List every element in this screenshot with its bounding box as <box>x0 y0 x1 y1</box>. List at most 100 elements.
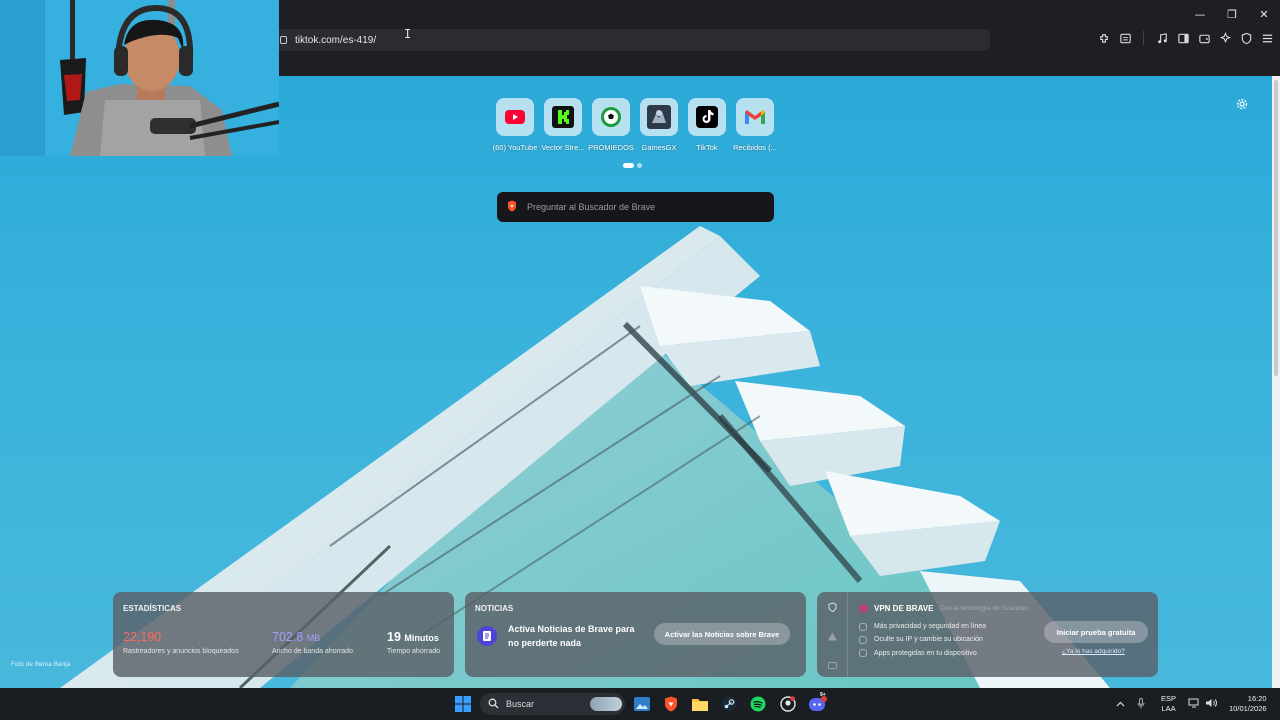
reader-mode-icon[interactable] <box>1118 31 1132 45</box>
bandwidth-label: Ancho de banda ahorrado <box>272 648 353 655</box>
time-unit: Minutos <box>404 633 439 643</box>
kick-icon <box>544 98 582 136</box>
top-site-label: (60) YouTube <box>492 143 538 152</box>
clock-time: 16:20 <box>1247 694 1267 703</box>
stats-widget: ESTADÍSTICAS 22,190 Rastreadores y anunc… <box>113 592 454 677</box>
vpn-logo-icon <box>859 604 868 613</box>
window-controls: — ❐ ✕ <box>1184 0 1280 28</box>
top-sites-pagination[interactable] <box>623 163 642 168</box>
media-icon[interactable] <box>827 658 838 669</box>
wallet-icon[interactable] <box>1197 31 1211 45</box>
clock-date: 10/01/2026 <box>1229 704 1267 713</box>
minimize-button[interactable]: — <box>1184 0 1216 28</box>
discord-icon[interactable]: 9+ <box>808 692 828 714</box>
microphone-icon[interactable] <box>1137 697 1145 711</box>
page-dot[interactable] <box>637 163 642 168</box>
shield-icon[interactable] <box>827 600 838 613</box>
close-button[interactable]: ✕ <box>1248 0 1280 28</box>
warning-icon[interactable] <box>827 629 838 641</box>
brave-browser-icon[interactable] <box>661 694 681 714</box>
vpn-title: VPN DE BRAVE <box>874 604 934 613</box>
scrollbar-thumb[interactable] <box>1274 80 1278 376</box>
widget-switcher <box>817 592 848 677</box>
taskbar-search-label: Buscar <box>506 699 535 709</box>
time-label: Tiempo ahorrado <box>387 648 441 655</box>
discord-badge: 9+ <box>820 692 826 698</box>
chevron-up-icon[interactable] <box>1116 700 1125 709</box>
top-site-kick[interactable]: Vector Stre... <box>539 98 587 152</box>
system-tray: ESP LAA 16:20 10/01/2026 <box>1116 688 1267 720</box>
news-promo-text: Activa Noticias de Brave para no perdert… <box>508 624 635 648</box>
windows-taskbar: Buscar 9+ ESP LAA 16:20 10/01/2026 <box>0 688 1280 720</box>
language-code: ESP <box>1161 694 1177 703</box>
time-value: 19 <box>387 630 401 644</box>
toolbar-separator <box>1143 31 1144 45</box>
github-icon[interactable] <box>778 694 798 714</box>
restore-button[interactable]: ❐ <box>1216 0 1248 28</box>
extensions-icon[interactable] <box>1097 31 1111 45</box>
file-explorer-icon[interactable] <box>690 694 710 714</box>
bandwidth-unit: MB <box>306 633 321 643</box>
time-value-row: 19 Minutos <box>387 630 440 644</box>
bandwidth-value: 702.8 <box>272 630 304 644</box>
trackers-stat: 22,190 Rastreadores y anuncios bloqueado… <box>123 630 239 655</box>
top-site-youtube[interactable]: (60) YouTube <box>491 98 539 152</box>
stats-heading: ESTADÍSTICAS <box>123 604 182 613</box>
steam-icon[interactable] <box>719 694 739 714</box>
url-text: tiktok.com/es-419/ <box>295 34 377 46</box>
menu-icon[interactable] <box>1260 31 1274 45</box>
top-site-gmail[interactable]: Recibidos (... <box>731 98 779 152</box>
search-icon <box>488 698 499 711</box>
trackers-value: 22,190 <box>123 630 162 644</box>
text-cursor-icon: I <box>404 27 412 41</box>
windows-start-icon[interactable] <box>453 694 473 714</box>
network-icon[interactable] <box>1188 698 1200 710</box>
webcam-feed <box>0 0 279 156</box>
trackers-label: Rastreadores y anuncios bloqueados <box>123 648 239 655</box>
top-sites: (60) YouTube Vector Stre... PROMIEDOS Ga… <box>491 98 779 152</box>
already-purchased-link[interactable]: ¿Ya lo has adquirido? <box>1062 648 1125 655</box>
clock[interactable]: 16:20 10/01/2026 <box>1229 694 1267 714</box>
vpn-title-row: VPN DE BRAVE <box>859 604 933 613</box>
search-placeholder: Preguntar al Buscador de Brave <box>527 202 656 212</box>
brave-search-box[interactable]: Preguntar al Buscador de Brave <box>497 192 774 222</box>
site-info-icon[interactable] <box>280 36 287 44</box>
enable-news-button[interactable]: Activar las Noticias sobre Brave <box>654 623 790 645</box>
gear-icon[interactable] <box>1236 97 1248 115</box>
youtube-icon <box>496 98 534 136</box>
taskbar-search[interactable]: Buscar <box>480 693 625 715</box>
top-site-promiedos[interactable]: PROMIEDOS <box>587 98 635 152</box>
news-heading: NOTICIAS <box>475 604 514 613</box>
time-stat: 19 Minutos Tiempo ahorrado <box>387 630 440 655</box>
start-trial-button[interactable]: Iniciar prueba gratuita <box>1044 621 1148 643</box>
keyboard-layout: LAA <box>1161 704 1176 713</box>
photo-credit[interactable]: Foto de Bema Banja <box>11 661 70 668</box>
language-indicator[interactable]: ESP LAA <box>1161 694 1176 714</box>
page-dot-active[interactable] <box>623 163 634 168</box>
top-site-tiktok[interactable]: TikTok <box>683 98 731 152</box>
top-site-label: Vector Stre... <box>541 143 585 152</box>
top-site-label: PROMIEDOS <box>588 143 634 152</box>
top-site-label: Recibidos (... <box>733 143 777 152</box>
webcam-overlay <box>0 0 279 156</box>
leo-ai-icon[interactable] <box>1218 31 1232 45</box>
top-site-gamesgx[interactable]: GamesGX <box>635 98 683 152</box>
photos-app-icon[interactable] <box>632 694 652 714</box>
volume-icon[interactable] <box>1205 698 1218 710</box>
top-site-label: GamesGX <box>641 143 677 152</box>
vpn-tech-text: Con la tecnología de Guardian <box>940 605 1029 612</box>
news-widget: NOTICIAS Activa Noticias de Brave para n… <box>465 592 806 677</box>
top-site-label: TikTok <box>696 143 718 152</box>
tiktok-icon <box>688 98 726 136</box>
page-scrollbar[interactable] <box>1272 76 1280 688</box>
vpn-feature: Apps protegidas en tu dispositivo <box>859 647 986 660</box>
spotify-icon[interactable] <box>748 694 768 714</box>
address-bar[interactable]: tiktok.com/es-419/ <box>272 29 990 51</box>
vpn-widget: VPN DE BRAVE Con la tecnología de Guardi… <box>817 592 1158 677</box>
gamesgx-icon <box>640 98 678 136</box>
music-note-icon[interactable] <box>1155 31 1169 45</box>
toolbar-icons <box>1097 31 1274 45</box>
soccer-ball-icon <box>592 98 630 136</box>
sidebar-icon[interactable] <box>1176 31 1190 45</box>
brave-shields-icon[interactable] <box>1239 31 1253 45</box>
